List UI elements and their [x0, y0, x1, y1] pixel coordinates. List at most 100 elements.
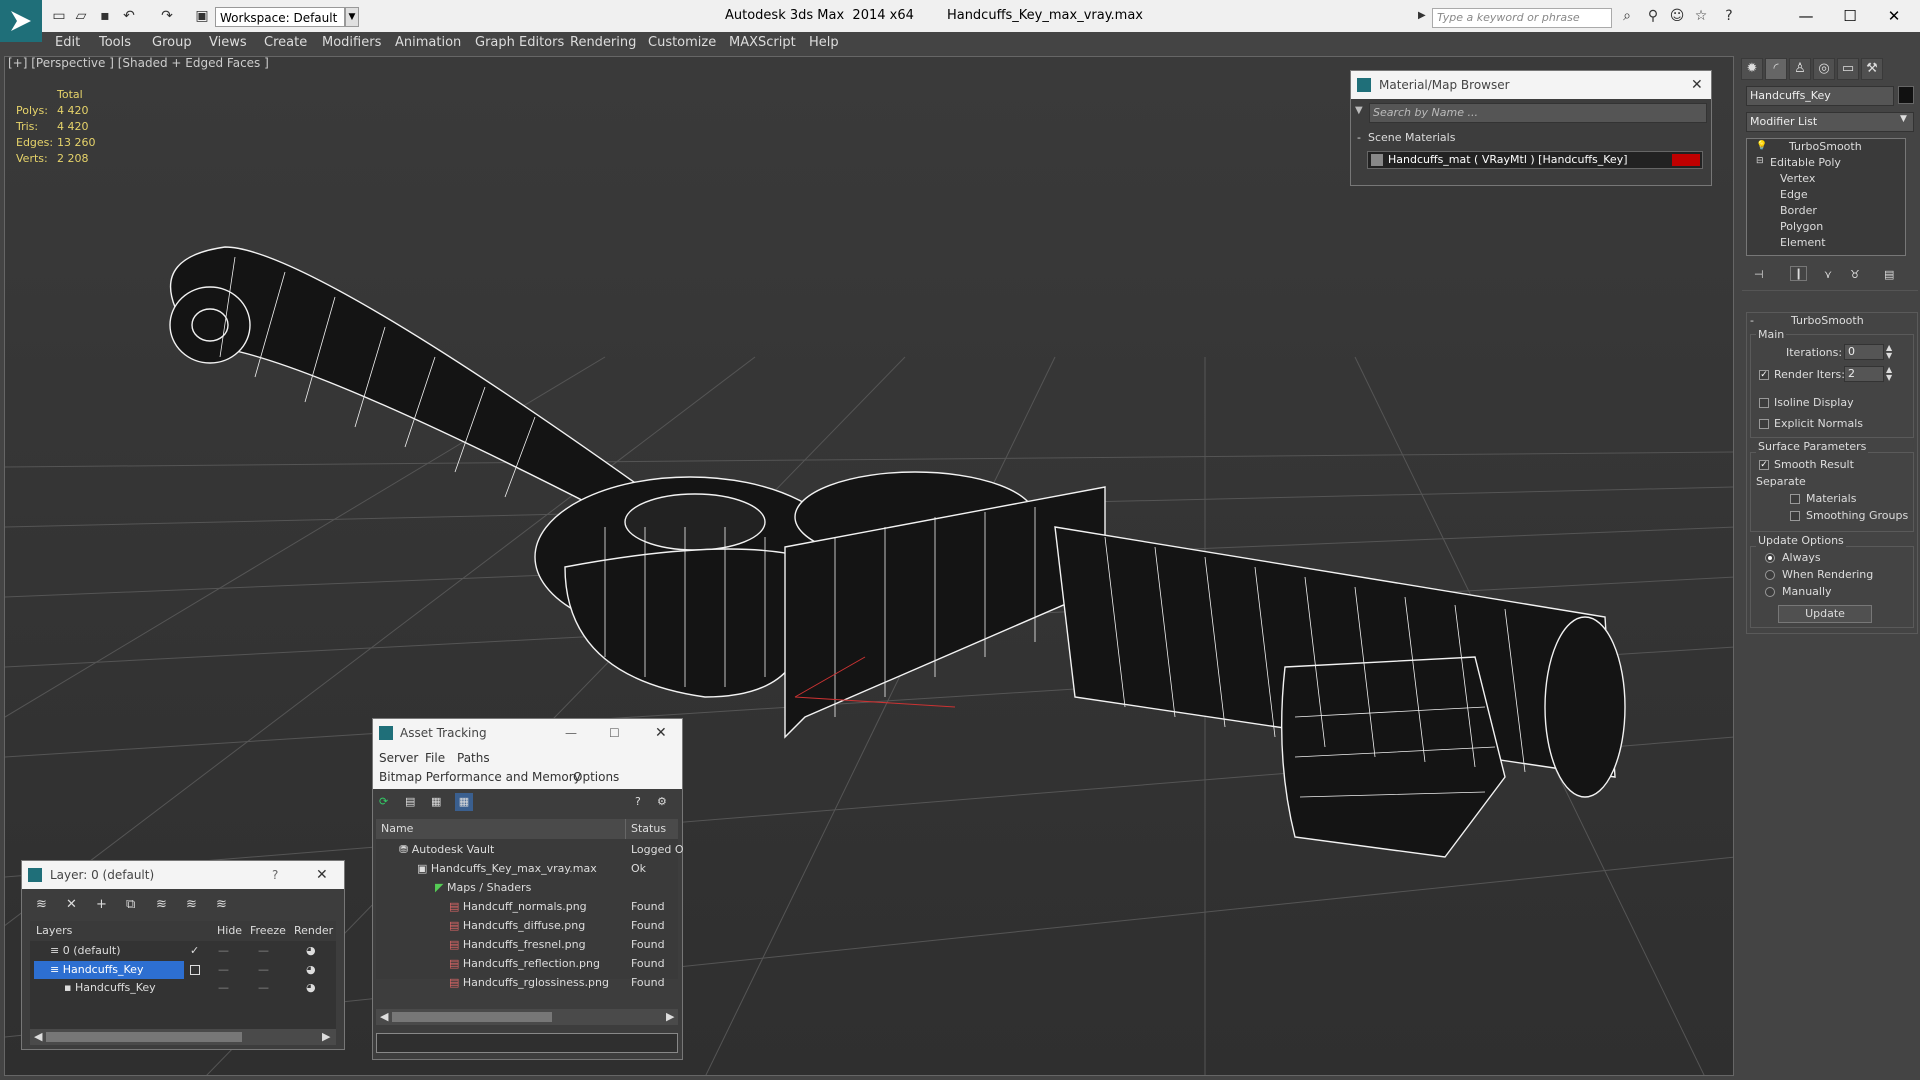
- render-iters-spinner[interactable]: ▲ ▼: [1886, 366, 1892, 382]
- horizontal-scrollbar[interactable]: ◀ ▶: [376, 1009, 678, 1025]
- play-arrow-icon[interactable]: ▶: [1418, 10, 1428, 26]
- stack-item-editable-poly[interactable]: Editable Poly: [1770, 156, 1841, 169]
- menu-file[interactable]: File: [425, 751, 445, 765]
- lightbulb-icon[interactable]: 💡: [1756, 142, 1767, 151]
- material-browser-titlebar[interactable]: Material/Map Browser ✕: [1351, 71, 1711, 99]
- isoline-display-checkbox[interactable]: [1759, 398, 1769, 408]
- help-icon[interactable]: ?: [635, 795, 641, 808]
- table-row[interactable]: ▤ Handcuffs_fresnel.png: [449, 938, 586, 951]
- object-row[interactable]: ▪ Handcuffs_Key: [64, 981, 156, 994]
- explicit-normals-checkbox[interactable]: [1759, 419, 1769, 429]
- menu-animation[interactable]: Animation: [395, 32, 461, 54]
- utilities-tab-icon[interactable]: ⚒: [1861, 58, 1883, 80]
- help-icon[interactable]: ?: [272, 861, 278, 889]
- table-row[interactable]: ▣ Handcuffs_Key_max_vray.max: [417, 862, 597, 875]
- hide-toggle[interactable]: —: [218, 981, 229, 994]
- menu-graph-editors[interactable]: Graph Editors: [475, 32, 564, 54]
- horizontal-scrollbar[interactable]: ◀ ▶: [30, 1029, 336, 1045]
- column-freeze[interactable]: Freeze: [250, 924, 286, 937]
- scroll-left-icon[interactable]: ◀: [34, 1030, 42, 1043]
- undo-icon[interactable]: ↶: [120, 7, 138, 25]
- save-file-icon[interactable]: ▪: [96, 7, 114, 25]
- render-teapot-icon[interactable]: ◕: [306, 981, 316, 994]
- column-status[interactable]: Status: [631, 822, 666, 835]
- menu-edit[interactable]: Edit: [55, 32, 80, 54]
- key-icon[interactable]: ⚲: [1644, 7, 1662, 25]
- table-row[interactable]: ▤ Handcuff_normals.png: [449, 900, 587, 913]
- freeze-toggle[interactable]: —: [258, 963, 269, 976]
- modify-tab-icon[interactable]: ◜: [1765, 58, 1787, 80]
- list-view-icon[interactable]: ▤: [405, 795, 415, 808]
- delete-layer-icon[interactable]: ✕: [66, 897, 77, 912]
- freeze-all-icon[interactable]: ≋: [216, 897, 227, 912]
- menu-options[interactable]: Options: [573, 770, 619, 784]
- new-file-icon[interactable]: ▭: [50, 7, 68, 25]
- material-item[interactable]: Handcuffs_mat ( VRayMtl ) [Handcuffs_Key…: [1367, 151, 1703, 169]
- menu-views[interactable]: Views: [209, 32, 247, 54]
- search-input[interactable]: Type a keyword or phrase: [1432, 8, 1612, 28]
- scrollbar-thumb[interactable]: [46, 1032, 242, 1042]
- hierarchy-tab-icon[interactable]: ♙: [1789, 58, 1811, 80]
- update-when-rendering-radio[interactable]: [1765, 570, 1775, 580]
- current-layer-check-icon[interactable]: ✓: [190, 944, 199, 957]
- table-row[interactable]: ◤ Maps / Shaders: [435, 881, 531, 894]
- freeze-toggle[interactable]: —: [258, 944, 269, 957]
- stack-item-turbosmooth[interactable]: TurboSmooth: [1789, 140, 1862, 153]
- workspace-dropdown[interactable]: Workspace: Default: [215, 7, 345, 27]
- highlight-layer-icon[interactable]: ≋: [156, 897, 167, 912]
- scene-materials-section[interactable]: - Scene Materials: [1357, 131, 1455, 144]
- menu-maxscript[interactable]: MAXScript: [729, 32, 796, 54]
- stack-item-edge[interactable]: Edge: [1780, 188, 1808, 201]
- app-logo[interactable]: [0, 0, 42, 42]
- minimize-button[interactable]: —: [1786, 4, 1826, 28]
- table-row[interactable]: ▤ Handcuffs_diffuse.png: [449, 919, 585, 932]
- update-manually-radio[interactable]: [1765, 587, 1775, 597]
- separate-smoothing-groups-checkbox[interactable]: [1790, 511, 1800, 521]
- binoculars-icon[interactable]: ⌕: [1618, 7, 1636, 25]
- maximize-button[interactable]: ☐: [1830, 4, 1870, 28]
- set-current-checkbox[interactable]: [190, 965, 200, 975]
- refresh-icon[interactable]: ⟳: [379, 795, 388, 808]
- menu-bitmap-performance[interactable]: Bitmap Performance and Memory: [379, 770, 581, 784]
- pin-stack-icon[interactable]: ⊣: [1754, 268, 1764, 281]
- update-always-radio[interactable]: [1765, 553, 1775, 563]
- hide-all-icon[interactable]: ≋: [186, 897, 197, 912]
- help-icon[interactable]: ?: [1720, 7, 1738, 25]
- table-row[interactable]: ⛃ Autodesk Vault: [399, 843, 494, 856]
- close-icon[interactable]: ✕: [316, 861, 328, 889]
- rollout-title[interactable]: TurboSmooth: [1791, 314, 1864, 327]
- iterations-input[interactable]: 0: [1844, 344, 1884, 360]
- star-icon[interactable]: ☆: [1692, 7, 1710, 25]
- minimize-icon[interactable]: —: [565, 719, 577, 747]
- asset-tracking-titlebar[interactable]: Asset Tracking — ☐ ✕: [373, 719, 682, 747]
- object-name-field[interactable]: Handcuffs_Key: [1746, 86, 1894, 106]
- update-button[interactable]: Update: [1778, 605, 1872, 623]
- menu-create[interactable]: Create: [264, 32, 307, 54]
- add-to-layer-icon[interactable]: +: [96, 897, 107, 912]
- close-button[interactable]: ✕: [1874, 4, 1914, 28]
- column-hide[interactable]: Hide: [217, 924, 242, 937]
- display-tab-icon[interactable]: ▭: [1837, 58, 1859, 80]
- layer-row[interactable]: ≡ 0 (default): [50, 944, 121, 957]
- table-row[interactable]: ▤ Handcuffs_rglossiness.png: [449, 976, 609, 989]
- hide-toggle[interactable]: —: [218, 963, 229, 976]
- hide-toggle[interactable]: —: [218, 944, 229, 957]
- menu-group[interactable]: Group: [152, 32, 192, 54]
- iterations-spinner[interactable]: ▲ ▼: [1886, 344, 1892, 360]
- grid-view-icon[interactable]: ▦: [455, 793, 473, 811]
- column-layers[interactable]: Layers: [36, 924, 72, 937]
- motion-tab-icon[interactable]: ◎: [1813, 58, 1835, 80]
- select-objects-icon[interactable]: ⧉: [126, 897, 135, 912]
- stack-item-element[interactable]: Element: [1780, 236, 1826, 249]
- smooth-result-checkbox[interactable]: ✓: [1759, 460, 1769, 470]
- viewport-label[interactable]: [+] [Perspective ] [Shaded + Edged Faces…: [8, 56, 269, 70]
- chevron-down-icon[interactable]: ▼: [345, 7, 359, 27]
- menu-customize[interactable]: Customize: [648, 32, 716, 54]
- separate-materials-checkbox[interactable]: [1790, 494, 1800, 504]
- chevron-down-icon[interactable]: ▼: [1900, 114, 1912, 128]
- asset-path-field[interactable]: [376, 1033, 678, 1053]
- expand-icon[interactable]: ⊟: [1756, 156, 1764, 166]
- stack-item-vertex[interactable]: Vertex: [1780, 172, 1815, 185]
- scrollbar-thumb[interactable]: [392, 1012, 552, 1022]
- create-tab-icon[interactable]: ✹: [1741, 58, 1763, 80]
